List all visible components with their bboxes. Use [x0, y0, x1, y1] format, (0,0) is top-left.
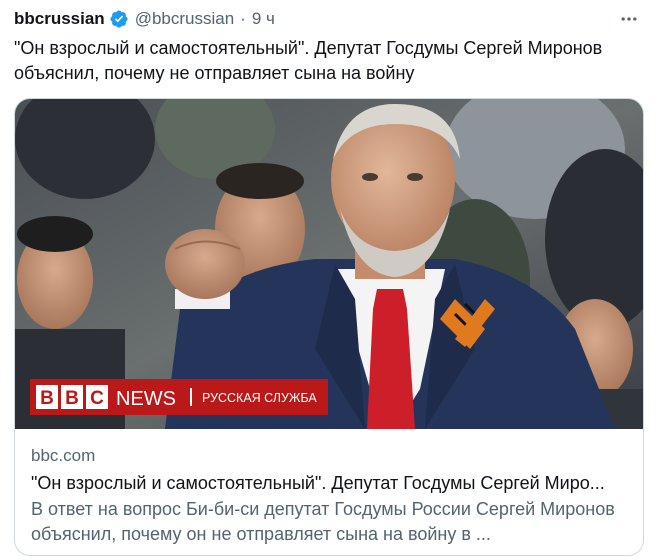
bbc-service-label: РУССКАЯ СЛУЖБА: [202, 391, 317, 405]
tweet-timestamp[interactable]: 9 ч: [252, 9, 275, 29]
tweet-header: bbcrussian @bbcrussian · 9 ч: [14, 6, 644, 32]
bbc-logo-c: C: [90, 388, 104, 409]
bbc-logo-b2: B: [65, 388, 79, 409]
separator-dot: ·: [240, 9, 246, 28]
more-options-icon: [621, 17, 637, 21]
card-title: "Он взрослый и самостоятельный". Депутат…: [31, 473, 605, 493]
card-text[interactable]: bbc.com "Он взрослый и самостоятельный".…: [31, 445, 631, 547]
bbc-news-label: NEWS: [116, 388, 176, 410]
card-description: В ответ на вопрос Би-би-си депутат Госду…: [31, 499, 615, 544]
more-options-button[interactable]: [616, 6, 642, 32]
author-handle[interactable]: @bbcrussian: [135, 9, 234, 29]
tweet-text: "Он взрослый и самостоятельный". Депутат…: [14, 38, 603, 83]
card-image[interactable]: B B C NEWS РУССКАЯ СЛУЖБА: [15, 99, 644, 429]
author-name[interactable]: bbcrussian: [14, 9, 105, 29]
bbc-logo-b1: B: [40, 388, 54, 409]
verified-badge-icon: [109, 9, 129, 29]
logo-divider: [190, 388, 192, 406]
card-domain: bbc.com: [31, 446, 96, 465]
link-preview-card[interactable]: B B C NEWS РУССКАЯ СЛУЖБА bbc.com "Он вз…: [14, 98, 644, 556]
